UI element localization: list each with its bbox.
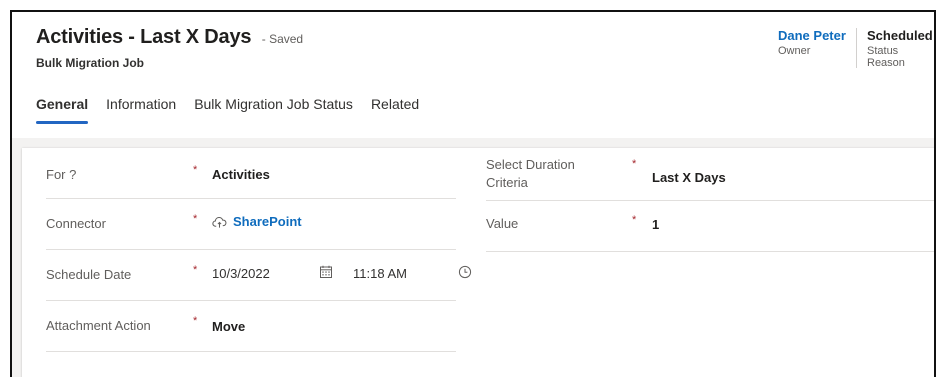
value-value[interactable]: 1 — [652, 217, 659, 232]
connector-value[interactable]: SharePoint — [212, 214, 302, 229]
status-reason-label: Status Reason — [867, 45, 905, 69]
owner-value[interactable]: Dane Peter — [778, 28, 846, 43]
page-title: Activities - Last X Days — [36, 26, 252, 48]
entity-type: Bulk Migration Job — [36, 56, 144, 70]
duration-criteria-label-line2: Criteria — [486, 175, 528, 190]
field-select-duration-criteria: Select Duration Criteria * Last X Days — [486, 148, 934, 201]
duration-criteria-label: Select Duration Criteria — [486, 156, 575, 192]
field-value: Value * 1 — [486, 201, 934, 252]
clock-icon[interactable] — [458, 265, 472, 279]
general-section-card: For ? * Activities Connector * SharePoin… — [22, 148, 934, 377]
form-header: Activities - Last X Days - Saved Bulk Mi… — [12, 12, 934, 150]
connector-required: * — [193, 213, 198, 225]
tab-information[interactable]: Information — [106, 96, 176, 124]
connector-label: Connector — [46, 216, 106, 231]
saved-status: - Saved — [261, 32, 304, 46]
form-window: Activities - Last X Days - Saved Bulk Mi… — [10, 10, 936, 377]
for-value[interactable]: Activities — [212, 167, 270, 182]
for-label: For ? — [46, 167, 77, 182]
field-attachment-action: Attachment Action * Move — [46, 301, 456, 352]
tab-bar: General Information Bulk Migration Job S… — [36, 96, 437, 124]
tab-related[interactable]: Related — [371, 96, 419, 124]
schedule-time-value[interactable]: 11:18 AM — [353, 266, 407, 281]
owner-field[interactable]: Dane Peter Owner — [778, 28, 846, 57]
field-schedule-date: Schedule Date * 10/3/2022 11:18 AM — [46, 250, 472, 301]
attachment-action-value[interactable]: Move — [212, 319, 245, 334]
status-reason-field: Scheduled Status Reason — [856, 28, 934, 69]
attachment-action-required: * — [193, 315, 198, 327]
connector-value-text[interactable]: SharePoint — [233, 214, 302, 229]
owner-label: Owner — [778, 45, 811, 57]
title-row: Activities - Last X Days - Saved — [36, 26, 303, 49]
value-required: * — [632, 214, 637, 226]
tab-general[interactable]: General — [36, 96, 89, 124]
for-required: * — [193, 164, 198, 176]
status-reason-value: Scheduled — [867, 28, 933, 43]
schedule-date-label: Schedule Date — [46, 267, 132, 282]
schedule-date-value[interactable]: 10/3/2022 — [212, 266, 270, 281]
cloud-icon — [212, 216, 227, 228]
field-for: For ? * Activities — [46, 148, 456, 199]
attachment-action-label: Attachment Action — [46, 318, 151, 333]
field-connector: Connector * SharePoint — [46, 199, 456, 250]
form-body: For ? * Activities Connector * SharePoin… — [12, 138, 934, 377]
calendar-icon[interactable] — [319, 265, 333, 279]
schedule-date-required: * — [193, 264, 198, 276]
duration-criteria-required: * — [632, 158, 637, 170]
value-label: Value — [486, 216, 519, 231]
duration-criteria-label-line1: Select Duration — [486, 157, 575, 172]
tab-bulk-migration-job-status[interactable]: Bulk Migration Job Status — [194, 96, 353, 124]
duration-criteria-value[interactable]: Last X Days — [652, 170, 726, 185]
